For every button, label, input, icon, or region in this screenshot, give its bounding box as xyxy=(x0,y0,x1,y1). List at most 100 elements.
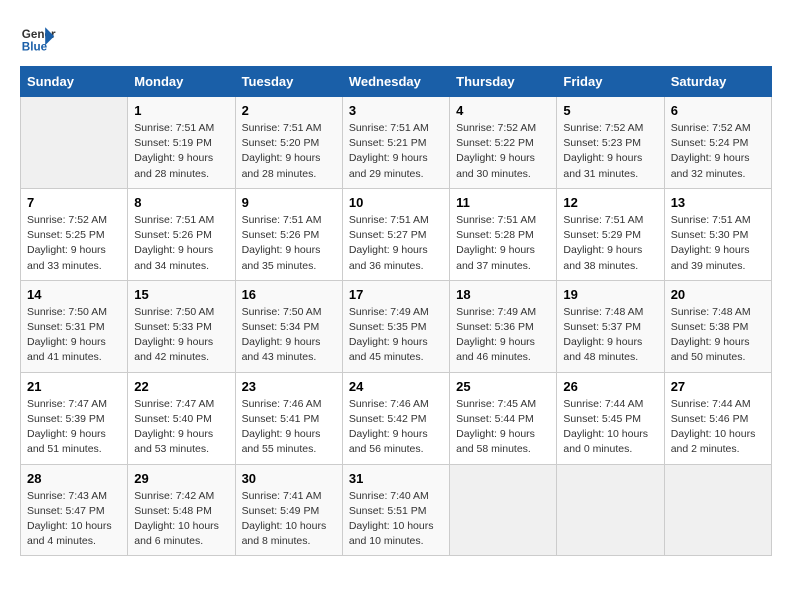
day-info: Sunrise: 7:52 AMSunset: 5:23 PMDaylight:… xyxy=(563,121,657,182)
day-info: Sunrise: 7:51 AMSunset: 5:26 PMDaylight:… xyxy=(242,213,336,274)
day-number: 13 xyxy=(671,195,765,210)
day-number: 19 xyxy=(563,287,657,302)
day-info: Sunrise: 7:51 AMSunset: 5:19 PMDaylight:… xyxy=(134,121,228,182)
day-cell: 19 Sunrise: 7:48 AMSunset: 5:37 PMDayligh… xyxy=(557,280,664,372)
day-cell: 16Sunrise: 7:50 AMSunset: 5:34 PMDayligh… xyxy=(235,280,342,372)
day-cell: 15 Sunrise: 7:50 AMSunset: 5:33 PMDayligh… xyxy=(128,280,235,372)
day-info: Sunrise: 7:52 AMSunset: 5:22 PMDaylight:… xyxy=(456,121,550,182)
day-cell: 30 Sunrise: 7:41 AMSunset: 5:49 PMDayligh… xyxy=(235,464,342,556)
day-info: Sunrise: 7:47 AMSunset: 5:40 PMDaylight:… xyxy=(134,397,228,458)
day-info: Sunrise: 7:44 AMSunset: 5:46 PMDaylight:… xyxy=(671,397,765,458)
day-cell: 22 Sunrise: 7:47 AMSunset: 5:40 PMDayligh… xyxy=(128,372,235,464)
day-number: 18 xyxy=(456,287,550,302)
day-cell: 1 Sunrise: 7:51 AMSunset: 5:19 PMDaylight… xyxy=(128,97,235,189)
day-number: 3 xyxy=(349,103,443,118)
day-number: 31 xyxy=(349,471,443,486)
day-cell: 21 Sunrise: 7:47 AMSunset: 5:39 PMDayligh… xyxy=(21,372,128,464)
day-info: Sunrise: 7:52 AMSunset: 5:24 PMDaylight:… xyxy=(671,121,765,182)
day-cell: 20Sunrise: 7:48 AMSunset: 5:38 PMDayligh… xyxy=(664,280,771,372)
day-number: 7 xyxy=(27,195,121,210)
day-cell: 12 Sunrise: 7:51 AMSunset: 5:29 PMDayligh… xyxy=(557,188,664,280)
day-info: Sunrise: 7:40 AMSunset: 5:51 PMDaylight:… xyxy=(349,489,443,550)
day-info: Sunrise: 7:48 AMSunset: 5:37 PMDaylight:… xyxy=(563,305,657,366)
day-cell: 28Sunrise: 7:43 AMSunset: 5:47 PMDayligh… xyxy=(21,464,128,556)
day-cell: 29Sunrise: 7:42 AMSunset: 5:48 PMDayligh… xyxy=(128,464,235,556)
day-number: 11 xyxy=(456,195,550,210)
day-number: 12 xyxy=(563,195,657,210)
day-number: 5 xyxy=(563,103,657,118)
day-number: 20 xyxy=(671,287,765,302)
logo-icon: General Blue xyxy=(20,20,56,56)
day-number: 21 xyxy=(27,379,121,394)
day-number: 25 xyxy=(456,379,550,394)
day-cell: 6 Sunrise: 7:52 AMSunset: 5:24 PMDaylight… xyxy=(664,97,771,189)
day-info: Sunrise: 7:50 AMSunset: 5:33 PMDaylight:… xyxy=(134,305,228,366)
column-header-saturday: Saturday xyxy=(664,67,771,97)
day-cell: 9 Sunrise: 7:51 AMSunset: 5:26 PMDaylight… xyxy=(235,188,342,280)
column-header-thursday: Thursday xyxy=(450,67,557,97)
day-number: 6 xyxy=(671,103,765,118)
day-cell: 5 Sunrise: 7:52 AMSunset: 5:23 PMDaylight… xyxy=(557,97,664,189)
day-number: 23 xyxy=(242,379,336,394)
column-header-monday: Monday xyxy=(128,67,235,97)
day-number: 17 xyxy=(349,287,443,302)
day-cell: 13Sunrise: 7:51 AMSunset: 5:30 PMDayligh… xyxy=(664,188,771,280)
column-header-tuesday: Tuesday xyxy=(235,67,342,97)
column-header-wednesday: Wednesday xyxy=(342,67,449,97)
calendar-table: SundayMondayTuesdayWednesdayThursdayFrid… xyxy=(20,66,772,556)
calendar-header-row: SundayMondayTuesdayWednesdayThursdayFrid… xyxy=(21,67,772,97)
day-cell: 17 Sunrise: 7:49 AMSunset: 5:35 PMDayligh… xyxy=(342,280,449,372)
column-header-sunday: Sunday xyxy=(21,67,128,97)
day-info: Sunrise: 7:49 AMSunset: 5:35 PMDaylight:… xyxy=(349,305,443,366)
day-cell: 14 Sunrise: 7:50 AMSunset: 5:31 PMDayligh… xyxy=(21,280,128,372)
day-number: 26 xyxy=(563,379,657,394)
week-row-3: 14 Sunrise: 7:50 AMSunset: 5:31 PMDayligh… xyxy=(21,280,772,372)
day-number: 14 xyxy=(27,287,121,302)
day-number: 1 xyxy=(134,103,228,118)
day-cell: 24 Sunrise: 7:46 AMSunset: 5:42 PMDayligh… xyxy=(342,372,449,464)
column-header-friday: Friday xyxy=(557,67,664,97)
day-number: 4 xyxy=(456,103,550,118)
day-number: 9 xyxy=(242,195,336,210)
day-cell: 2 Sunrise: 7:51 AMSunset: 5:20 PMDaylight… xyxy=(235,97,342,189)
day-cell: 10 Sunrise: 7:51 AMSunset: 5:27 PMDayligh… xyxy=(342,188,449,280)
day-number: 24 xyxy=(349,379,443,394)
day-number: 15 xyxy=(134,287,228,302)
day-info: Sunrise: 7:47 AMSunset: 5:39 PMDaylight:… xyxy=(27,397,121,458)
week-row-4: 21 Sunrise: 7:47 AMSunset: 5:39 PMDayligh… xyxy=(21,372,772,464)
day-number: 2 xyxy=(242,103,336,118)
day-number: 30 xyxy=(242,471,336,486)
day-cell: 4 Sunrise: 7:52 AMSunset: 5:22 PMDaylight… xyxy=(450,97,557,189)
day-info: Sunrise: 7:51 AMSunset: 5:21 PMDaylight:… xyxy=(349,121,443,182)
day-number: 28 xyxy=(27,471,121,486)
day-info: Sunrise: 7:46 AMSunset: 5:41 PMDaylight:… xyxy=(242,397,336,458)
day-info: Sunrise: 7:51 AMSunset: 5:26 PMDaylight:… xyxy=(134,213,228,274)
day-info: Sunrise: 7:51 AMSunset: 5:27 PMDaylight:… xyxy=(349,213,443,274)
day-number: 29 xyxy=(134,471,228,486)
day-cell: 8Sunrise: 7:51 AMSunset: 5:26 PMDaylight… xyxy=(128,188,235,280)
day-info: Sunrise: 7:46 AMSunset: 5:42 PMDaylight:… xyxy=(349,397,443,458)
week-row-5: 28Sunrise: 7:43 AMSunset: 5:47 PMDayligh… xyxy=(21,464,772,556)
day-info: Sunrise: 7:50 AMSunset: 5:31 PMDaylight:… xyxy=(27,305,121,366)
day-cell xyxy=(664,464,771,556)
day-info: Sunrise: 7:45 AMSunset: 5:44 PMDaylight:… xyxy=(456,397,550,458)
svg-text:Blue: Blue xyxy=(22,41,48,54)
page-header: General Blue xyxy=(20,20,772,56)
day-number: 22 xyxy=(134,379,228,394)
day-cell: 25 Sunrise: 7:45 AMSunset: 5:44 PMDayligh… xyxy=(450,372,557,464)
day-info: Sunrise: 7:51 AMSunset: 5:28 PMDaylight:… xyxy=(456,213,550,274)
day-cell: 23 Sunrise: 7:46 AMSunset: 5:41 PMDayligh… xyxy=(235,372,342,464)
day-cell: 7Sunrise: 7:52 AMSunset: 5:25 PMDaylight… xyxy=(21,188,128,280)
day-info: Sunrise: 7:41 AMSunset: 5:49 PMDaylight:… xyxy=(242,489,336,550)
day-number: 27 xyxy=(671,379,765,394)
day-info: Sunrise: 7:51 AMSunset: 5:29 PMDaylight:… xyxy=(563,213,657,274)
day-info: Sunrise: 7:49 AMSunset: 5:36 PMDaylight:… xyxy=(456,305,550,366)
logo: General Blue xyxy=(20,20,62,56)
week-row-1: 1 Sunrise: 7:51 AMSunset: 5:19 PMDaylight… xyxy=(21,97,772,189)
day-number: 10 xyxy=(349,195,443,210)
week-row-2: 7Sunrise: 7:52 AMSunset: 5:25 PMDaylight… xyxy=(21,188,772,280)
day-cell: 27 Sunrise: 7:44 AMSunset: 5:46 PMDayligh… xyxy=(664,372,771,464)
day-number: 16 xyxy=(242,287,336,302)
day-cell: 31 Sunrise: 7:40 AMSunset: 5:51 PMDayligh… xyxy=(342,464,449,556)
day-info: Sunrise: 7:51 AMSunset: 5:20 PMDaylight:… xyxy=(242,121,336,182)
